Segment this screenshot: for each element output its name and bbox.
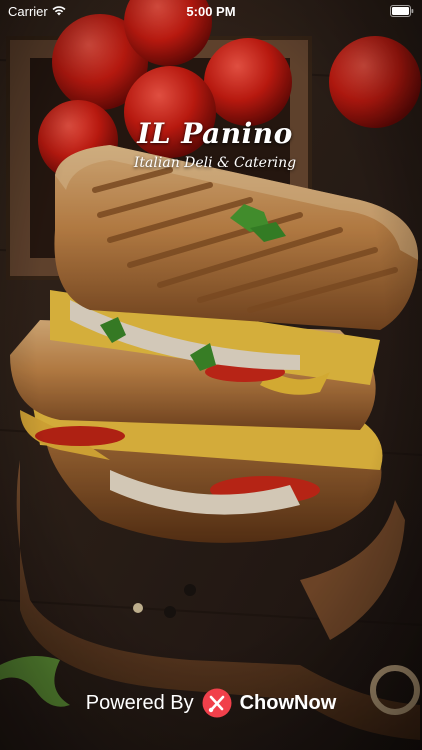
chownow-brand-name: ChowNow: [239, 691, 337, 714]
status-time: 5:00 PM: [186, 4, 236, 19]
splash-screen: Carrier 5:00 PM IL Panino Italian Deli &…: [0, 0, 422, 750]
restaurant-tagline: Italian Deli & Catering: [133, 155, 297, 171]
restaurant-name: IL Panino: [137, 117, 293, 150]
powered-by-label: Powered By: [85, 691, 194, 714]
powered-by-footer: Powered By ChowNow: [0, 686, 422, 720]
background-photo: [0, 0, 422, 750]
chownow-logo-icon: [202, 688, 232, 718]
status-bar: Carrier 5:00 PM: [0, 0, 422, 22]
battery-icon: [390, 5, 414, 17]
restaurant-brand: IL Panino Italian Deli & Catering: [120, 118, 310, 172]
